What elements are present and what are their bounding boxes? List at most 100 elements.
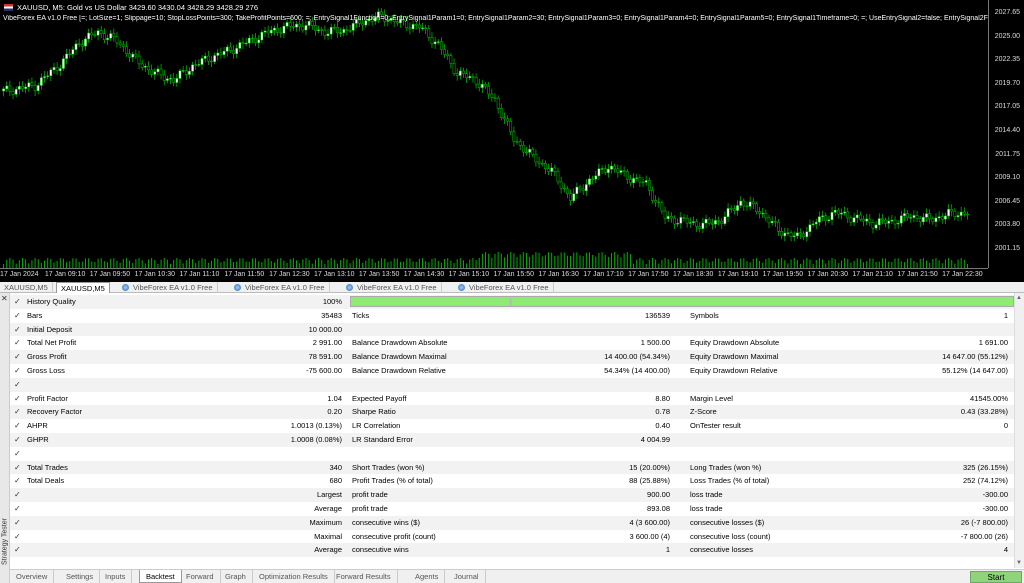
volume-bar: [642, 259, 644, 268]
tab-forward-results[interactable]: Forward Results: [330, 570, 398, 583]
check-icon: ✓: [14, 324, 21, 334]
candle-body: [805, 231, 809, 238]
candle-body: [222, 51, 226, 55]
chart-tab[interactable]: VibeForex EA v1.0 Free: [454, 282, 554, 293]
volume-bar: [12, 259, 14, 268]
volume-bar: [544, 255, 546, 268]
tab-backtest[interactable]: Backtest: [139, 570, 182, 583]
volume-bar: [598, 252, 600, 268]
tab-inputs[interactable]: Inputs: [99, 570, 133, 583]
candle-body: [106, 37, 109, 40]
time-scale[interactable]: 17 Jan 2024 17 Jan 09:10 17 Jan 09:50 17 Ja…: [0, 268, 988, 282]
volume-bar: [746, 261, 748, 268]
candle-body: [5, 85, 9, 90]
tab-overview[interactable]: Overview: [10, 570, 55, 583]
metric-value: Average: [314, 503, 342, 513]
metric-value: 14 400.00 (54.34%): [604, 352, 670, 362]
candle-body: [638, 177, 642, 183]
volume-bar: [214, 258, 216, 268]
volume-bar: [217, 258, 219, 268]
vertical-scrollbar[interactable]: ▲ ▼: [1014, 293, 1024, 568]
candle-body: [481, 84, 484, 88]
candle-body: [855, 214, 859, 219]
tab-forward[interactable]: Forward: [180, 570, 221, 583]
price-scale[interactable]: 2027.65 2025.00 2022.35 2019.70 2017.05 2014.…: [988, 0, 1024, 268]
chart-tab[interactable]: XAUUSD,M5: [0, 282, 53, 293]
time-tick-label: 17 Jan 09:10: [44, 271, 86, 278]
time-tick-label: 17 Jan 18:30: [672, 271, 714, 278]
chart-tab[interactable]: VibeForex EA v1.0 Free: [342, 282, 442, 293]
candle-body: [219, 52, 223, 55]
result-row: ✓ Maximum consecutive wins ($) 4 (3 600.00)…: [10, 515, 1014, 530]
chart-tab[interactable]: XAUUSD,M5: [56, 282, 110, 293]
candle-body: [852, 217, 856, 223]
metric-value: 55.12% (14 647.00): [942, 365, 1008, 375]
volume-bar: [283, 260, 285, 268]
candle-body: [433, 41, 437, 45]
candle-body: [254, 37, 257, 43]
volume-bar: [69, 261, 71, 268]
chart-tab[interactable]: VibeForex EA v1.0 Free: [118, 282, 218, 293]
candle-body: [918, 218, 922, 223]
metric-value: 26 (-7 800.00): [960, 517, 1008, 527]
candle-body: [159, 68, 163, 76]
volume-bar: [588, 252, 590, 268]
tab-optimization-results[interactable]: Optimization Results: [253, 570, 335, 583]
candle-body: [188, 71, 191, 75]
volume-bar: [393, 258, 395, 268]
candle-body: [440, 41, 443, 50]
candle-body: [421, 27, 424, 29]
scroll-up-icon[interactable]: ▲: [1016, 295, 1022, 301]
volume-bar: [648, 259, 650, 268]
tab-graph[interactable]: Graph: [219, 570, 253, 583]
candle-body: [203, 55, 207, 59]
volume-bar: [113, 258, 115, 268]
volume-bar: [352, 260, 354, 268]
time-tick-label: 17 Jan 11:10: [179, 271, 220, 278]
volume-bar: [103, 261, 105, 268]
volume-bar: [308, 260, 310, 268]
volume-bar: [513, 253, 515, 268]
metric-value: -75 600.00: [306, 365, 342, 375]
candle-body: [471, 76, 475, 78]
volume-bar: [560, 252, 562, 268]
tab-journal[interactable]: Journal: [448, 570, 486, 583]
candlestick-chart: [2, 8, 969, 268]
candle-body: [345, 29, 349, 31]
time-tick-label: 17 Jan 14:30: [403, 271, 445, 278]
scroll-down-icon[interactable]: ▼: [1016, 560, 1022, 566]
volume-bar: [639, 258, 641, 268]
candle-body: [569, 193, 572, 201]
candle-body: [833, 209, 837, 213]
close-icon[interactable]: ✕: [1, 294, 8, 303]
metric-value: 54.34% (14 400.00): [604, 365, 670, 375]
candle-body: [767, 217, 771, 224]
metric-label: profit trade: [352, 503, 388, 513]
tab-settings[interactable]: Settings: [60, 570, 101, 583]
volume-bar: [781, 258, 783, 268]
start-button[interactable]: Start: [970, 571, 1022, 583]
candle-body: [506, 118, 509, 122]
price-tick-label: 2011.75: [995, 150, 1020, 158]
candle-body: [247, 37, 251, 44]
volume-bar: [179, 259, 181, 268]
candle-body: [937, 216, 941, 219]
result-row: ✓ Total Trades 340 Short Trades (won %) 15 (…: [10, 460, 1014, 475]
candle-body: [80, 44, 84, 47]
volume-bar: [444, 258, 446, 268]
volume-bar: [614, 252, 616, 268]
result-row: ✓ Recovery Factor 0.20 Sharpe Ratio 0.78 Z-Sc…: [10, 405, 1014, 420]
chart-tab[interactable]: VibeForex EA v1.0 Free: [230, 282, 330, 293]
check-icon: ✓: [14, 448, 21, 458]
candle-body: [71, 49, 75, 55]
metric-value: 15 (20.00%): [629, 462, 670, 472]
volume-bar: [355, 258, 357, 268]
tab-agents[interactable]: Agents: [409, 570, 446, 583]
symbol-line: XAUUSD, M5: Gold vs US Dollar 3429.60 34…: [17, 3, 258, 12]
volume-bar: [147, 259, 149, 268]
price-tick-label: 2006.45: [994, 197, 1020, 205]
metric-label: Expected Payoff: [352, 393, 407, 403]
volume-bar: [450, 260, 452, 268]
volume-bar: [784, 260, 786, 268]
price-chart[interactable]: XAUUSD, M5: Gold vs US Dollar 3429.60 34…: [0, 0, 1024, 282]
